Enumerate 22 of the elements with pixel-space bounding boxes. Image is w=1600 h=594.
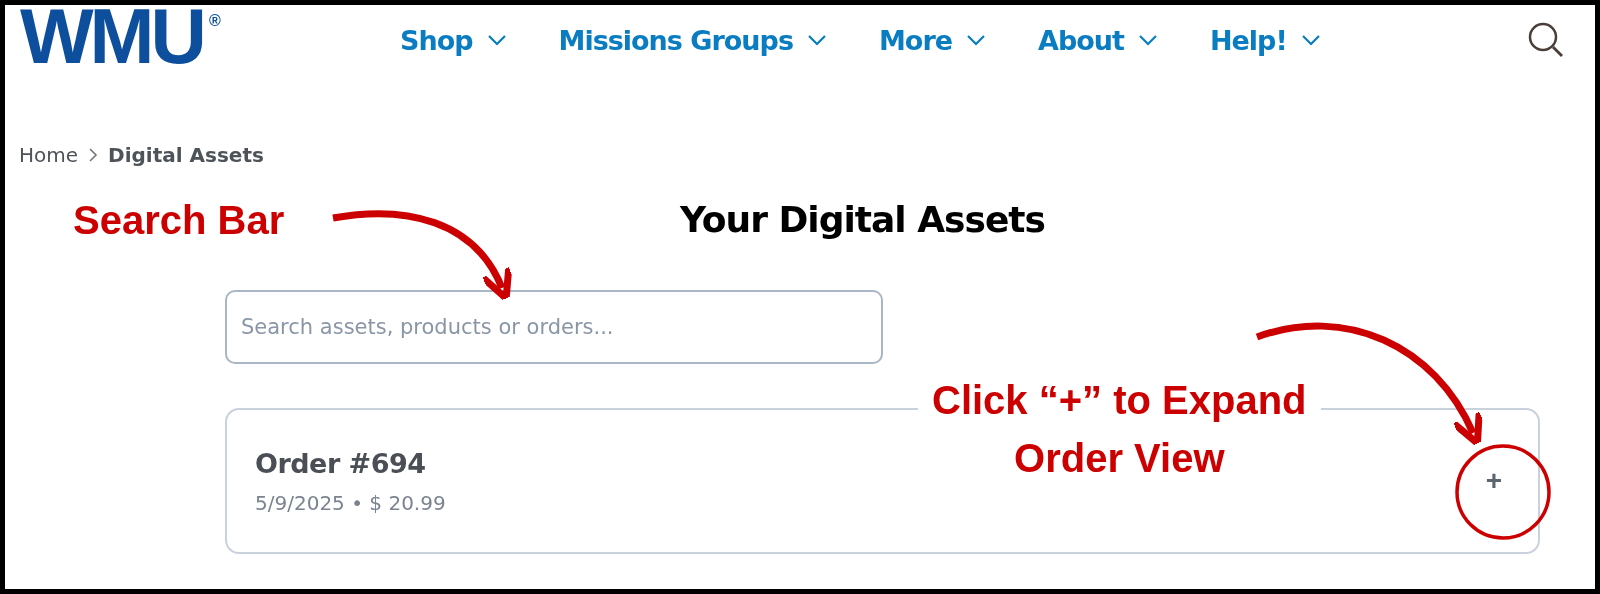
nav-menu-link[interactable]: More <box>878 24 986 56</box>
chevron-down-icon <box>486 34 507 46</box>
nav-menu-link[interactable]: About <box>1038 24 1158 56</box>
chevron-down-icon <box>1300 34 1321 46</box>
search-field[interactable]: Search assets, products or orders... <box>225 290 883 364</box>
order-details: 5/9/2025 • $ 20.99 <box>255 490 446 515</box>
search-icon[interactable] <box>1527 21 1565 59</box>
expand-button[interactable]: + <box>1477 461 1510 501</box>
current-page-label: Digital Assets <box>108 143 264 167</box>
chevron-down-icon <box>1137 34 1158 46</box>
registered-mark: ® <box>208 13 221 29</box>
breadcrumb-link[interactable]: Home <box>19 143 79 167</box>
chevron-down-icon <box>806 34 827 46</box>
nav-menu-link[interactable]: Help! <box>1209 24 1321 56</box>
page-title: Your Digital Assets <box>680 199 1045 240</box>
logo[interactable]: WMU <box>20 5 203 67</box>
nav-menu-link[interactable]: Missions Groups <box>558 24 827 56</box>
chevron-right-icon <box>88 147 99 163</box>
annotation-text: Search Bar <box>73 197 285 244</box>
chevron-down-icon <box>966 34 986 46</box>
nav-menu-link[interactable]: Shop <box>400 24 507 56</box>
order-title: Order #694 <box>255 447 426 479</box>
